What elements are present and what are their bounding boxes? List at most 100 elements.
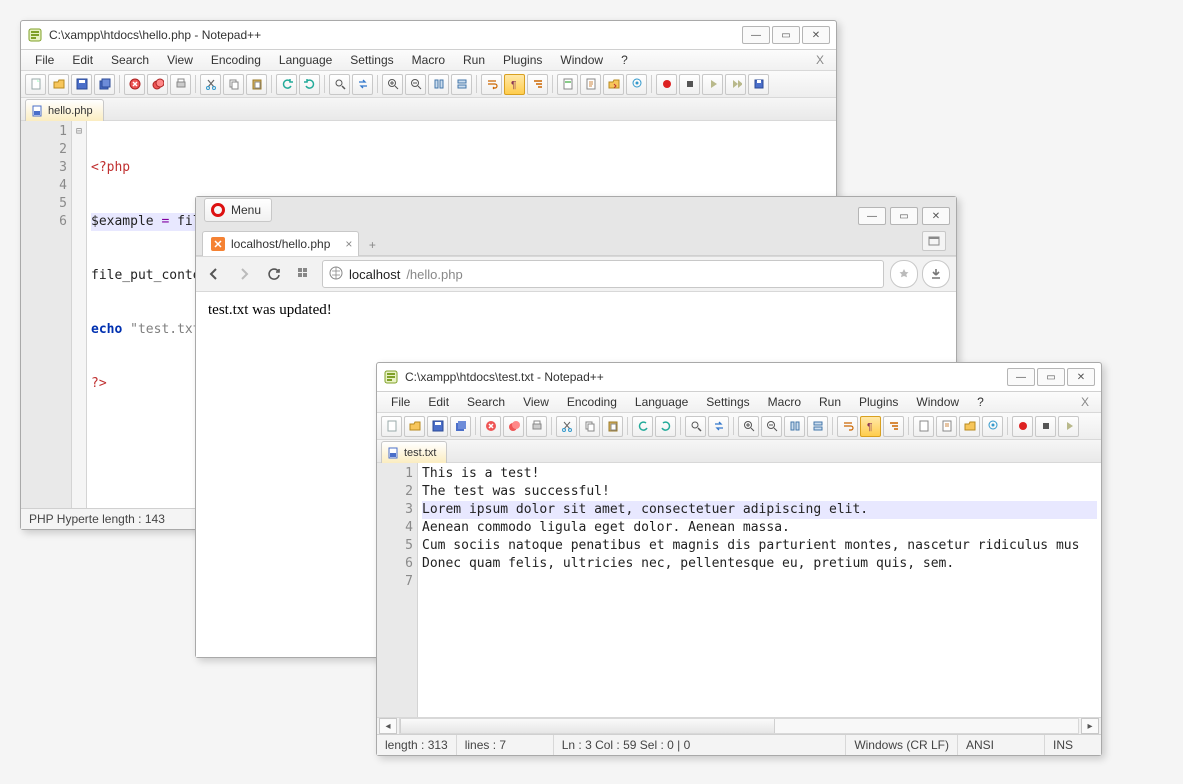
scroll-track[interactable]	[399, 718, 1079, 734]
save-icon[interactable]	[71, 74, 92, 95]
fold-column[interactable]: ⊟	[72, 121, 87, 508]
close-button[interactable]: ✕	[922, 207, 950, 225]
folder-workspace-icon[interactable]	[603, 74, 624, 95]
tab-test-txt[interactable]: test.txt	[381, 441, 447, 463]
tab-close-icon[interactable]: ×	[345, 237, 352, 251]
save-macro-icon[interactable]	[748, 74, 769, 95]
cut-icon[interactable]	[200, 74, 221, 95]
panel-toggle-icon[interactable]	[922, 231, 946, 251]
close-all-icon[interactable]	[503, 416, 524, 437]
stop-macro-icon[interactable]	[679, 74, 700, 95]
redo-icon[interactable]	[655, 416, 676, 437]
code-area[interactable]: This is a test!The test was successful!L…	[418, 463, 1101, 717]
doc-map-icon[interactable]	[913, 416, 934, 437]
save-icon[interactable]	[427, 416, 448, 437]
minimize-button[interactable]: —	[742, 26, 770, 44]
show-all-chars-icon[interactable]: ¶	[504, 74, 525, 95]
menu-language[interactable]: Language	[627, 394, 696, 410]
play-multi-icon[interactable]	[725, 74, 746, 95]
paste-icon[interactable]	[246, 74, 267, 95]
menu-settings[interactable]: Settings	[698, 394, 757, 410]
copy-icon[interactable]	[579, 416, 600, 437]
play-macro-icon[interactable]	[702, 74, 723, 95]
menu-view[interactable]: View	[159, 52, 201, 68]
menu-edit[interactable]: Edit	[64, 52, 101, 68]
menu-macro[interactable]: Macro	[404, 52, 453, 68]
sync-hscroll-icon[interactable]	[807, 416, 828, 437]
menu-help[interactable]: ?	[613, 52, 636, 68]
menu-help[interactable]: ?	[969, 394, 992, 410]
menu-file[interactable]: File	[27, 52, 62, 68]
paste-icon[interactable]	[602, 416, 623, 437]
monitoring-icon[interactable]	[626, 74, 647, 95]
close-file-icon[interactable]	[124, 74, 145, 95]
menu-file[interactable]: File	[383, 394, 418, 410]
browser-menu-button[interactable]: Menu	[204, 198, 272, 222]
titlebar[interactable]: C:\xampp\htdocs\hello.php - Notepad++ — …	[21, 21, 836, 50]
maximize-button[interactable]: ▭	[772, 26, 800, 44]
bookmark-button[interactable]	[890, 260, 918, 288]
scroll-left-icon[interactable]: ◂	[379, 718, 397, 734]
maximize-button[interactable]: ▭	[890, 207, 918, 225]
folder-workspace-icon[interactable]	[959, 416, 980, 437]
menu-plugins[interactable]: Plugins	[495, 52, 550, 68]
doc-map-icon[interactable]	[557, 74, 578, 95]
downloads-button[interactable]	[922, 260, 950, 288]
scroll-right-icon[interactable]: ▸	[1081, 718, 1099, 734]
open-file-icon[interactable]	[48, 74, 69, 95]
func-list-icon[interactable]	[580, 74, 601, 95]
minimize-button[interactable]: —	[858, 207, 886, 225]
replace-icon[interactable]	[708, 416, 729, 437]
sync-vscroll-icon[interactable]	[784, 416, 805, 437]
indent-guide-icon[interactable]	[527, 74, 548, 95]
menu-language[interactable]: Language	[271, 52, 340, 68]
replace-icon[interactable]	[352, 74, 373, 95]
menubar-more[interactable]: X	[810, 53, 830, 67]
print-icon[interactable]	[526, 416, 547, 437]
menu-edit[interactable]: Edit	[420, 394, 457, 410]
horizontal-scrollbar[interactable]: ◂ ▸	[377, 717, 1101, 734]
editor[interactable]: 123 456 7 This is a test!The test was su…	[377, 463, 1101, 717]
scroll-thumb[interactable]	[400, 719, 775, 733]
site-info-icon[interactable]	[329, 266, 343, 283]
minimize-button[interactable]: —	[1007, 368, 1035, 386]
monitoring-icon[interactable]	[982, 416, 1003, 437]
play-macro-icon[interactable]	[1058, 416, 1079, 437]
new-file-icon[interactable]	[381, 416, 402, 437]
record-macro-icon[interactable]	[1012, 416, 1033, 437]
sync-hscroll-icon[interactable]	[451, 74, 472, 95]
menu-run[interactable]: Run	[811, 394, 849, 410]
menu-view[interactable]: View	[515, 394, 557, 410]
menu-search[interactable]: Search	[459, 394, 513, 410]
menu-plugins[interactable]: Plugins	[851, 394, 906, 410]
close-button[interactable]: ✕	[1067, 368, 1095, 386]
wordwrap-icon[interactable]	[481, 74, 502, 95]
zoom-out-icon[interactable]	[761, 416, 782, 437]
forward-button[interactable]	[232, 262, 256, 286]
titlebar[interactable]: C:\xampp\htdocs\test.txt - Notepad++ — ▭…	[377, 363, 1101, 392]
tab-hello-php[interactable]: hello.php	[25, 99, 104, 121]
menu-encoding[interactable]: Encoding	[559, 394, 625, 410]
wordwrap-icon[interactable]	[837, 416, 858, 437]
save-all-icon[interactable]	[450, 416, 471, 437]
func-list-icon[interactable]	[936, 416, 957, 437]
zoom-in-icon[interactable]	[382, 74, 403, 95]
stop-macro-icon[interactable]	[1035, 416, 1056, 437]
find-icon[interactable]	[329, 74, 350, 95]
sync-vscroll-icon[interactable]	[428, 74, 449, 95]
address-bar[interactable]: localhost/hello.php	[322, 260, 884, 288]
indent-guide-icon[interactable]	[883, 416, 904, 437]
zoom-in-icon[interactable]	[738, 416, 759, 437]
show-all-chars-icon[interactable]: ¶	[860, 416, 881, 437]
back-button[interactable]	[202, 262, 226, 286]
print-icon[interactable]	[170, 74, 191, 95]
menu-search[interactable]: Search	[103, 52, 157, 68]
reload-button[interactable]	[262, 262, 286, 286]
browser-tab[interactable]: localhost/hello.php ×	[202, 231, 359, 256]
menubar-more[interactable]: X	[1075, 395, 1095, 409]
maximize-button[interactable]: ▭	[1037, 368, 1065, 386]
cut-icon[interactable]	[556, 416, 577, 437]
redo-icon[interactable]	[299, 74, 320, 95]
undo-icon[interactable]	[632, 416, 653, 437]
menu-settings[interactable]: Settings	[342, 52, 401, 68]
